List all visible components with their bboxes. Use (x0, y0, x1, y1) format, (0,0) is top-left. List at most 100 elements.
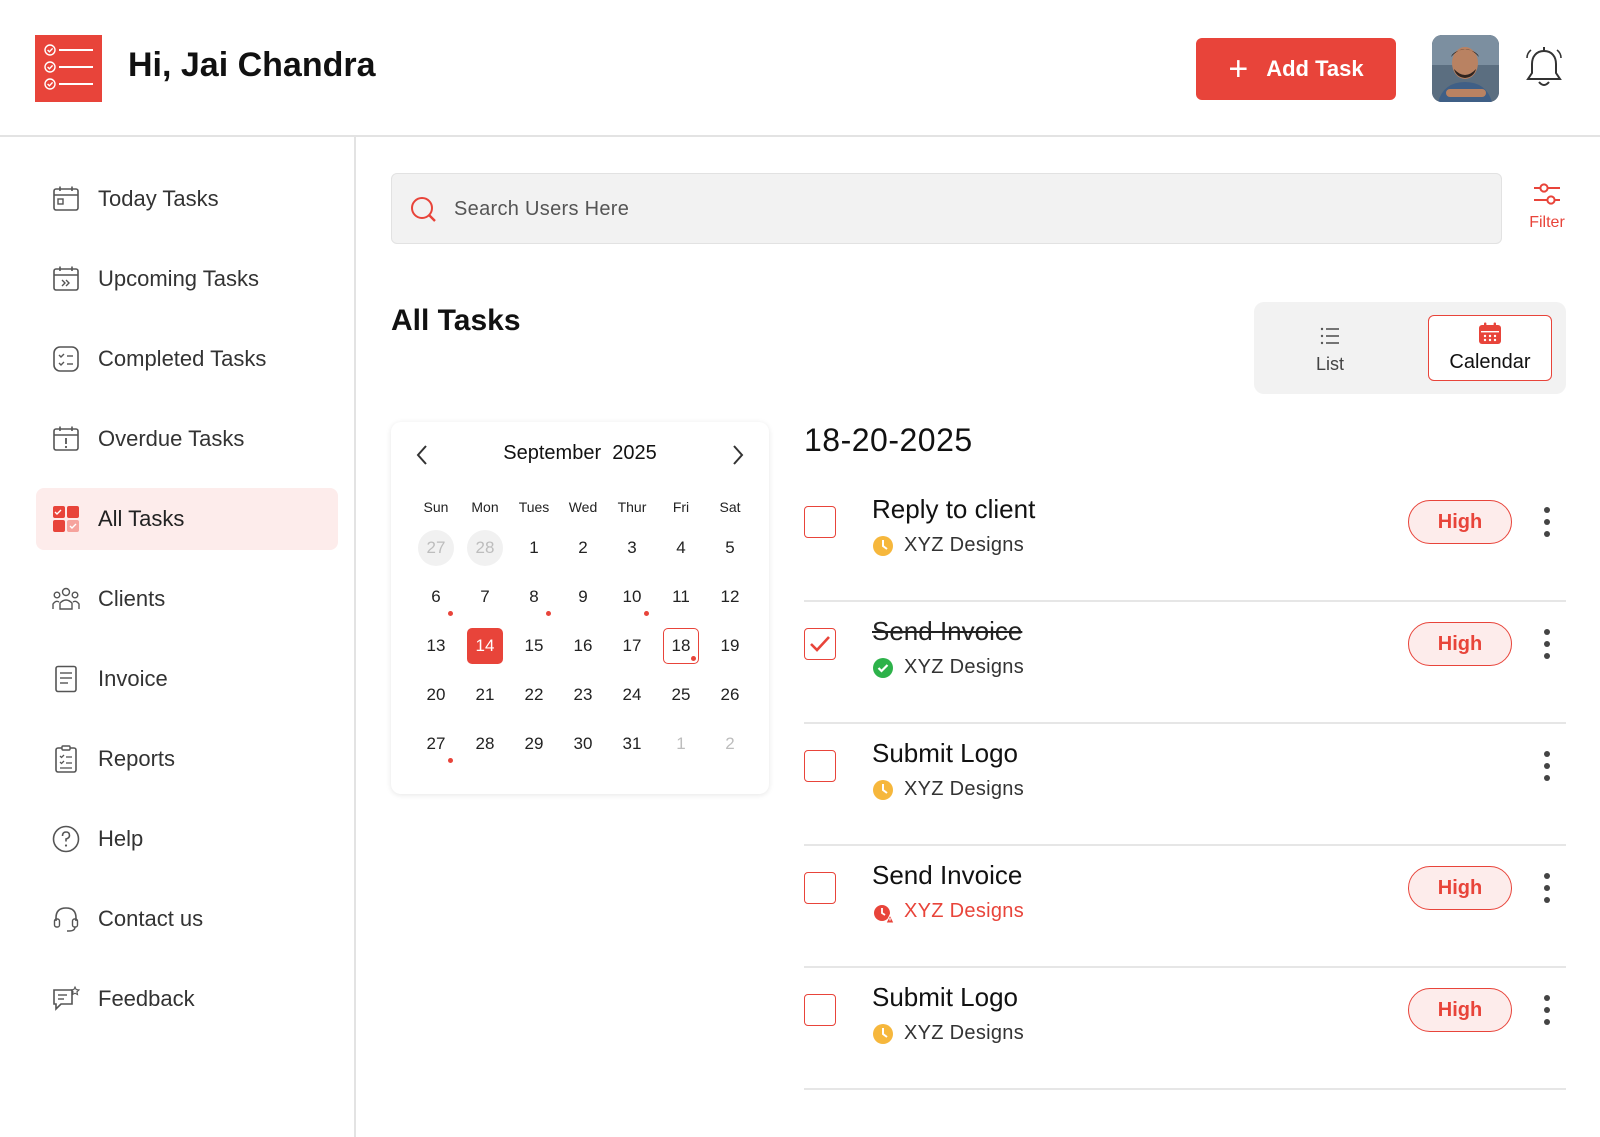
task-row[interactable]: Submit Logo XYZ Designs (804, 724, 1566, 846)
list-view-button[interactable]: List (1270, 312, 1390, 384)
priority-badge[interactable]: High (1408, 622, 1512, 666)
calendar-day[interactable]: 3 (614, 530, 650, 566)
task-checkbox[interactable] (804, 750, 836, 782)
sidebar-item-clients[interactable]: Clients (36, 568, 338, 630)
calendar-icon (53, 186, 79, 211)
calendar-month-title: September 2025 (391, 442, 769, 465)
weekday-label: Mon (471, 499, 499, 515)
calendar-day[interactable]: 10 (614, 579, 650, 615)
calendar-day[interactable]: 8 (516, 579, 552, 615)
sidebar-item-completed-tasks[interactable]: Completed Tasks (36, 328, 338, 390)
calendar-day[interactable]: 24 (614, 677, 650, 713)
task-indicator-dot (644, 611, 649, 616)
task-client: XYZ Designs (872, 778, 1024, 801)
calendar-day[interactable]: 1 (516, 530, 552, 566)
weekday-label: Sun (423, 499, 449, 515)
task-checkbox[interactable] (804, 994, 836, 1026)
calendar-day[interactable]: 28 (467, 530, 503, 566)
checklist-icon (53, 346, 79, 372)
calendar-day[interactable]: 19 (712, 628, 748, 664)
sidebar-item-overdue-tasks[interactable]: Overdue Tasks (36, 408, 338, 470)
task-client: XYZ Designs (872, 656, 1024, 679)
calendar-alert-icon (53, 426, 79, 451)
calendar-day[interactable]: 15 (516, 628, 552, 664)
task-checkbox[interactable] (804, 872, 836, 904)
priority-badge[interactable]: High (1408, 988, 1512, 1032)
weekday-label: Sat (719, 499, 741, 515)
more-options-icon[interactable] (1542, 870, 1552, 906)
calendar-day[interactable]: 17 (614, 628, 650, 664)
calendar-day[interactable]: 20 (418, 677, 454, 713)
task-row[interactable]: Submit Logo XYZ Designs High (804, 968, 1566, 1090)
calendar-day[interactable]: 31 (614, 726, 650, 762)
calendar-day[interactable]: 30 (565, 726, 601, 762)
calendar-day[interactable]: 7 (467, 579, 503, 615)
task-row[interactable]: Send Invoice XYZ Designs High (804, 846, 1566, 968)
weekday-label: Thur (617, 499, 647, 515)
calendar-day[interactable]: 4 (663, 530, 699, 566)
calendar-day[interactable]: 23 (565, 677, 601, 713)
task-checkbox[interactable] (804, 628, 836, 660)
calendar-day[interactable]: 2 (712, 726, 748, 762)
task-row[interactable]: Send Invoice XYZ Designs High (804, 602, 1566, 724)
all-tasks-icon (53, 506, 79, 532)
calendar-day[interactable]: 5 (712, 530, 748, 566)
calendar-day[interactable]: 28 (467, 726, 503, 762)
calendar-day[interactable]: 2 (565, 530, 601, 566)
calendar-day[interactable]: 21 (467, 677, 503, 713)
calendar-day[interactable]: 16 (565, 628, 601, 664)
chevron-right-icon[interactable] (725, 442, 749, 468)
calendar-view-button[interactable]: Calendar (1428, 315, 1552, 381)
sidebar-item-all-tasks[interactable]: All Tasks (36, 488, 338, 550)
more-options-icon[interactable] (1542, 748, 1552, 784)
add-task-button[interactable]: + Add Task (1196, 38, 1396, 100)
calendar-day[interactable]: 13 (418, 628, 454, 664)
calendar-day[interactable]: 1 (663, 726, 699, 762)
sidebar-item-feedback[interactable]: Feedback (36, 968, 338, 1030)
greeting-title: Hi, Jai Chandra (128, 46, 376, 84)
notification-bell-icon[interactable] (1524, 46, 1564, 90)
task-row[interactable]: Reply to client XYZ Designs High (804, 480, 1566, 602)
sidebar-item-upcoming-tasks[interactable]: Upcoming Tasks (36, 248, 338, 310)
checkmark-icon (810, 636, 830, 652)
users-icon (52, 587, 80, 610)
sidebar-item-reports[interactable]: Reports (36, 728, 338, 790)
help-icon (52, 825, 80, 853)
sidebar-item-today-tasks[interactable]: Today Tasks (36, 168, 338, 230)
clock-icon (873, 779, 893, 800)
calendar-icon (1479, 322, 1501, 344)
calendar-day[interactable]: 26 (712, 677, 748, 713)
task-client: XYZ Designs (872, 534, 1024, 557)
sidebar-item-label: Overdue Tasks (98, 426, 245, 451)
sidebar-item-label: Feedback (98, 986, 195, 1011)
more-options-icon[interactable] (1542, 992, 1552, 1028)
clock-icon (873, 1023, 893, 1044)
calendar-month: September (503, 442, 602, 464)
task-indicator-dot (448, 611, 453, 616)
search-input[interactable]: Search Users Here (391, 173, 1502, 244)
priority-badge[interactable]: High (1408, 500, 1512, 544)
more-options-icon[interactable] (1542, 626, 1552, 662)
avatar[interactable] (1432, 35, 1499, 102)
sidebar-item-help[interactable]: Help (36, 808, 338, 870)
calendar-day[interactable]: 6 (418, 579, 454, 615)
sidebar-item-label: Help (98, 826, 144, 851)
priority-badge[interactable]: High (1408, 866, 1512, 910)
task-checkbox[interactable] (804, 506, 836, 538)
feedback-icon (53, 985, 80, 1011)
clock-icon (873, 535, 893, 556)
task-indicator-dot (691, 656, 696, 661)
calendar-day[interactable]: 11 (663, 579, 699, 615)
calendar-day[interactable]: 14 (467, 628, 503, 664)
calendar-day[interactable]: 9 (565, 579, 601, 615)
more-options-icon[interactable] (1542, 504, 1552, 540)
calendar-day[interactable]: 25 (663, 677, 699, 713)
calendar-day[interactable]: 22 (516, 677, 552, 713)
filter-button[interactable]: Filter (1520, 176, 1574, 240)
calendar-day[interactable]: 12 (712, 579, 748, 615)
sidebar-item-contact-us[interactable]: Contact us (36, 888, 338, 950)
calendar-day[interactable]: 29 (516, 726, 552, 762)
calendar-day[interactable]: 27 (418, 726, 454, 762)
calendar-day[interactable]: 27 (418, 530, 454, 566)
sidebar-item-invoice[interactable]: Invoice (36, 648, 338, 710)
